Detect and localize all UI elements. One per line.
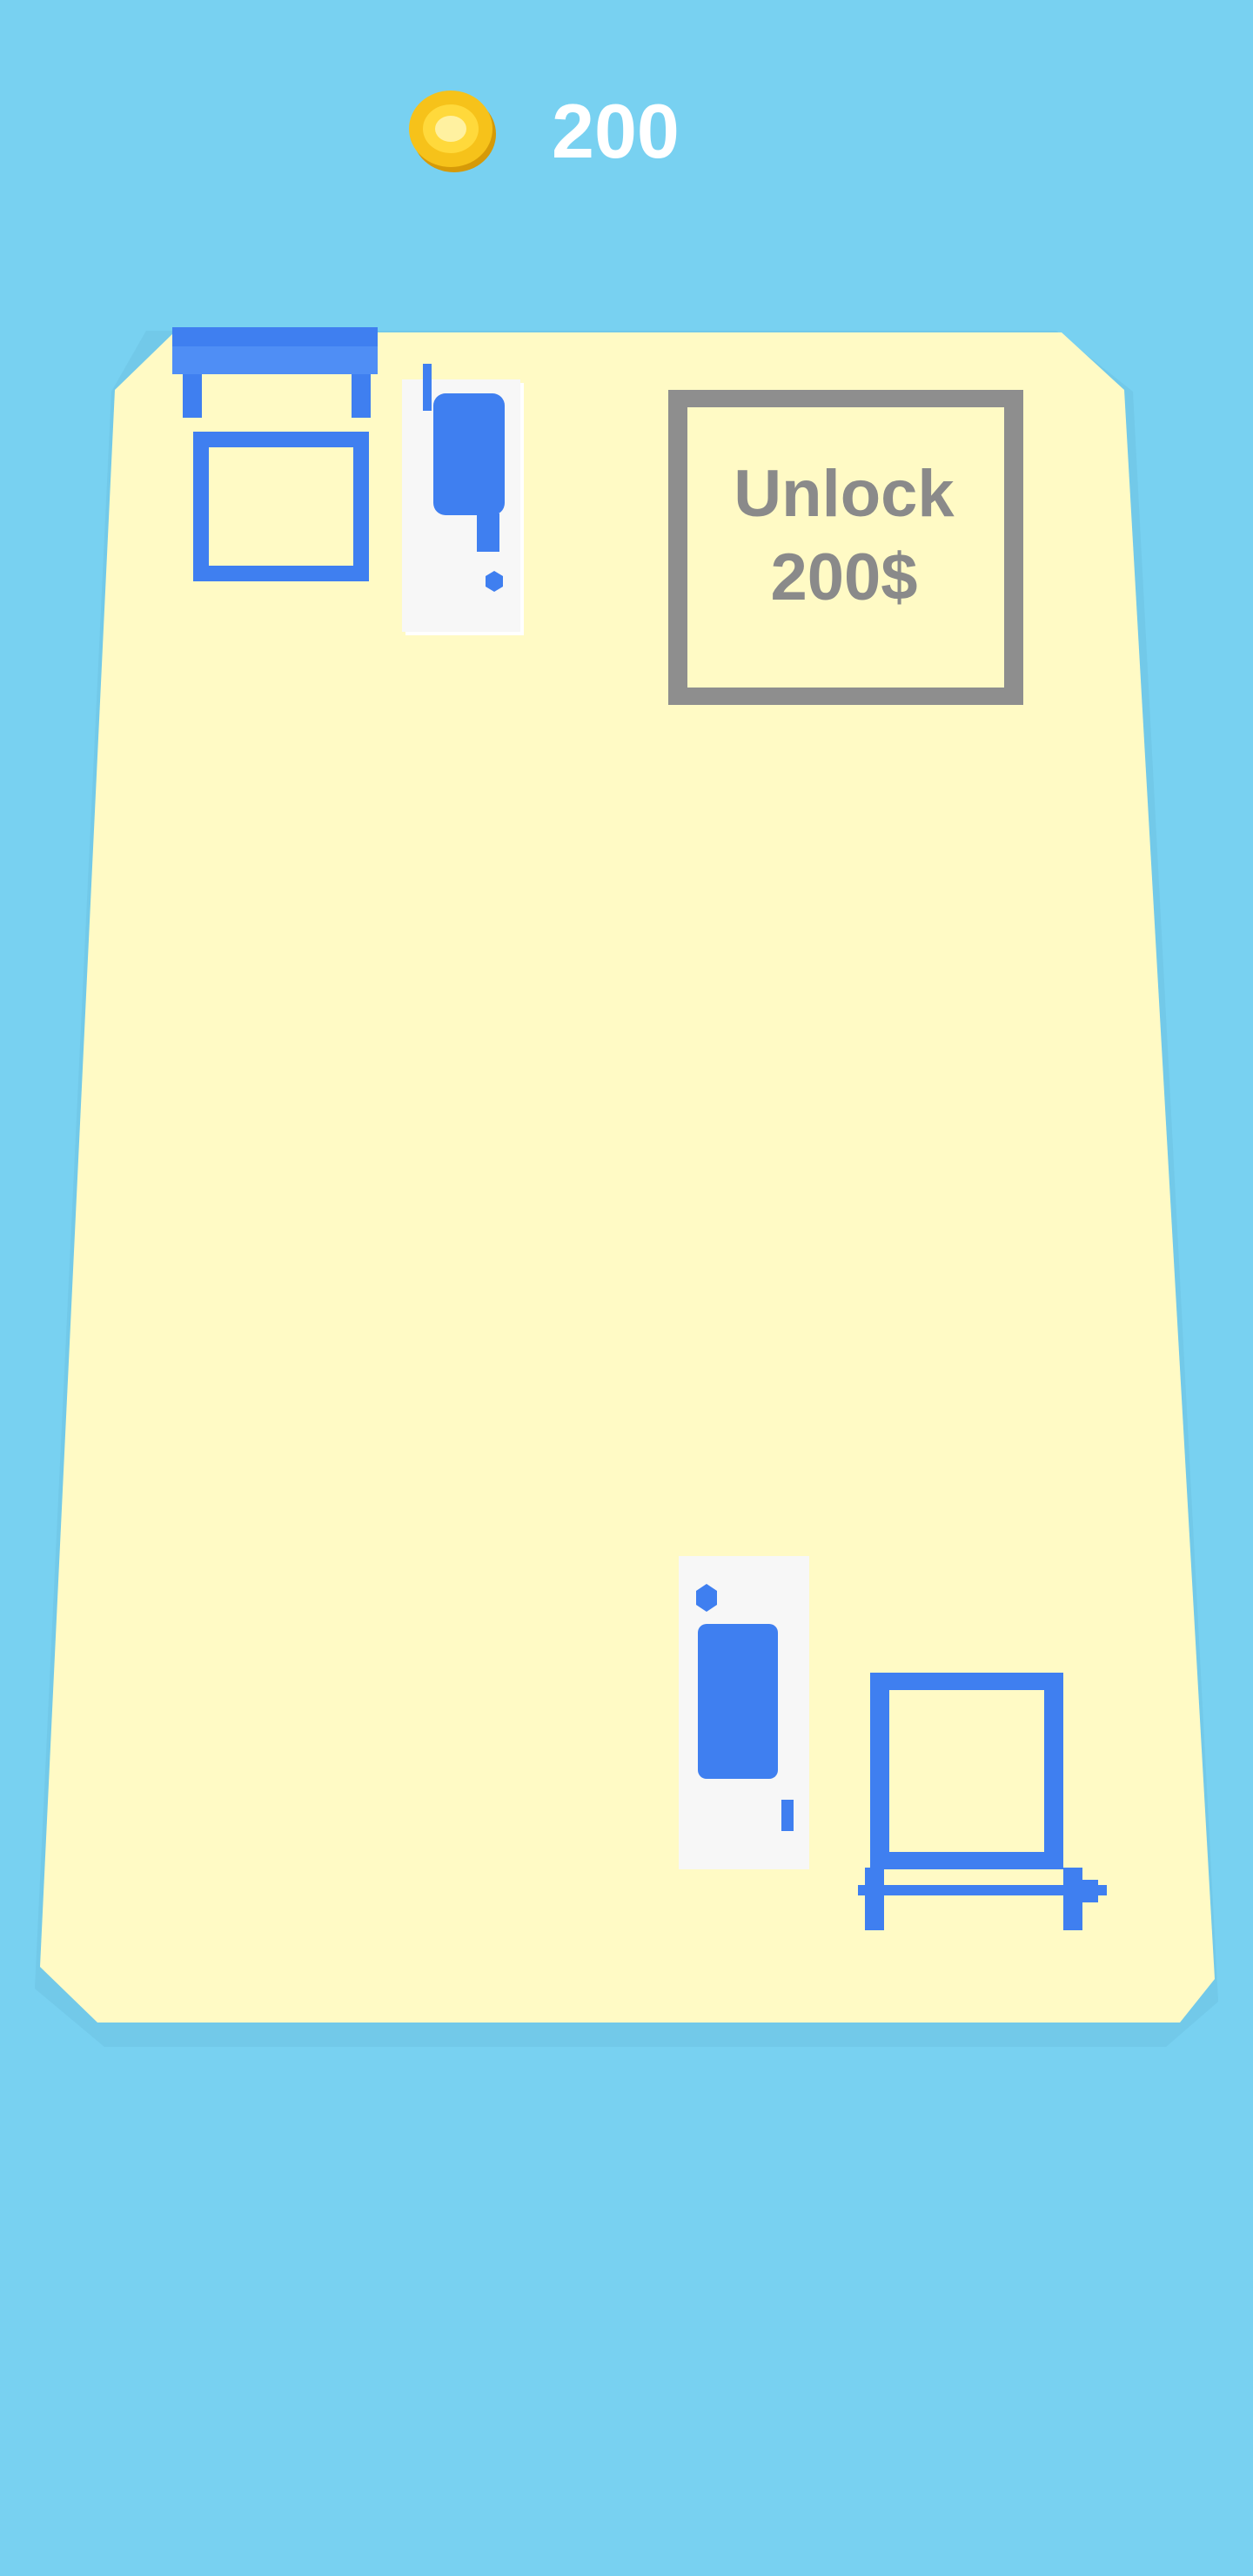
unlock-price: 200$ bbox=[770, 540, 918, 614]
floor-platform bbox=[40, 332, 1215, 2023]
unlock-label: Unlock 200$ bbox=[672, 453, 1016, 620]
dispenser-machine-bottom[interactable] bbox=[679, 1556, 809, 1869]
dispenser-machine-top[interactable] bbox=[402, 364, 524, 635]
game-floor-scene bbox=[35, 327, 1218, 2047]
gold-coin-icon bbox=[409, 91, 496, 172]
coin-count: 200 bbox=[552, 88, 680, 174]
hud: 200 bbox=[0, 0, 1253, 261]
unlock-text: Unlock bbox=[734, 457, 955, 531]
